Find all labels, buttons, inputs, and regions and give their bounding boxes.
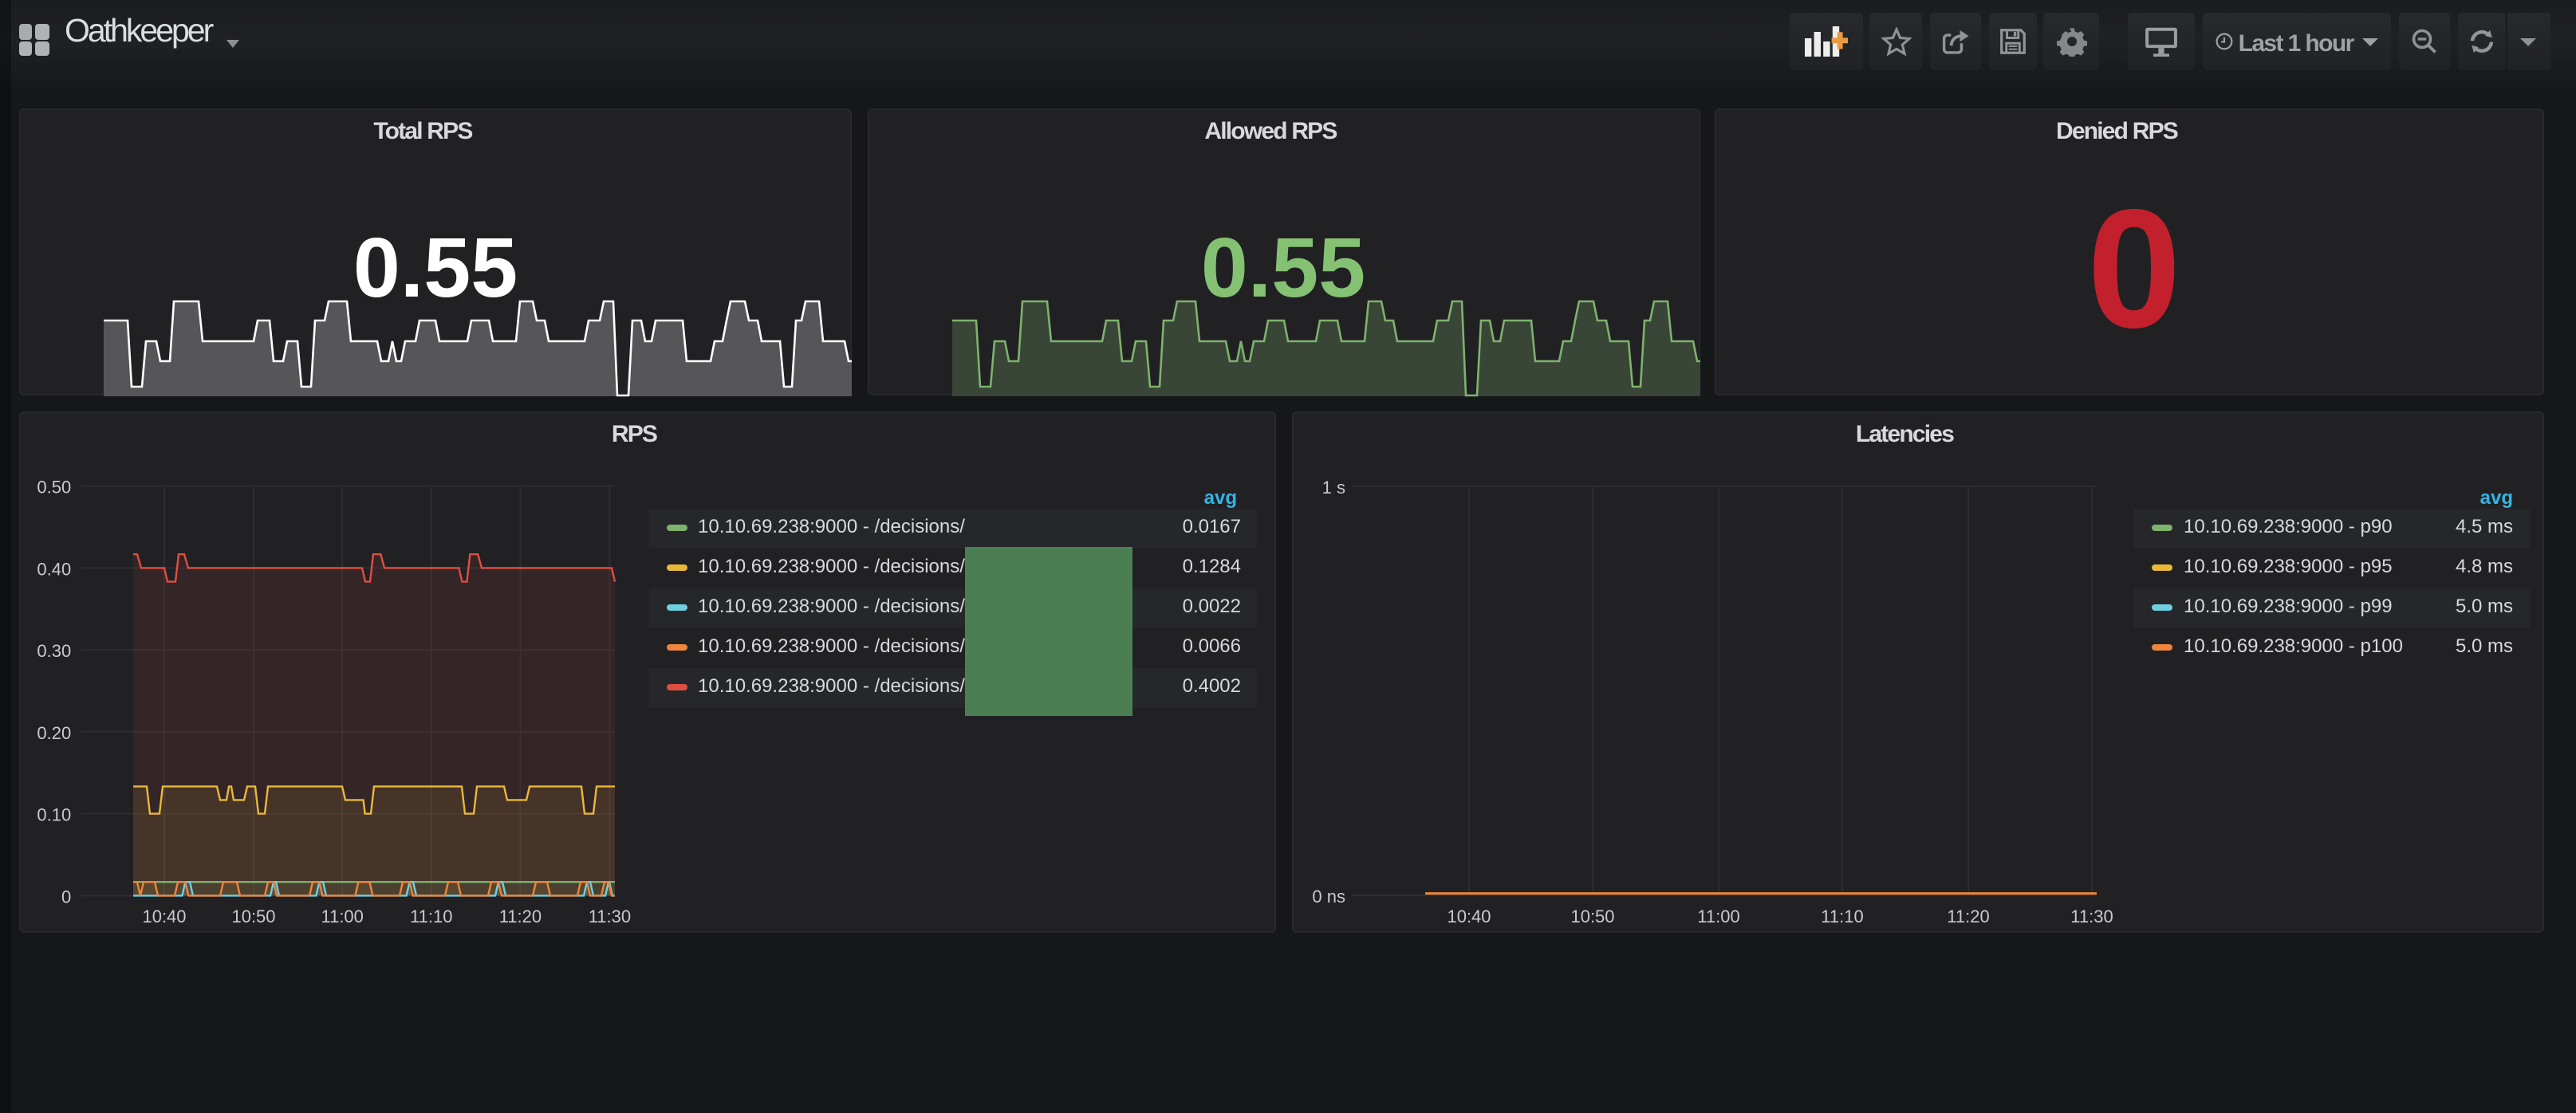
svg-text:11:00: 11:00 [321, 906, 363, 926]
svg-text:11:00: 11:00 [1696, 906, 1739, 926]
svg-text:10:40: 10:40 [1446, 906, 1490, 926]
svg-text:10:50: 10:50 [1570, 906, 1613, 926]
svg-text:11:30: 11:30 [2070, 906, 2112, 926]
svg-text:0.10: 0.10 [37, 804, 71, 824]
svg-text:0.50: 0.50 [37, 477, 71, 497]
svg-text:0: 0 [61, 886, 71, 906]
svg-text:11:20: 11:20 [1946, 906, 1988, 926]
svg-text:0 ns: 0 ns [1311, 886, 1345, 906]
svg-text:0.40: 0.40 [37, 558, 71, 578]
svg-text:11:30: 11:30 [589, 906, 631, 926]
svg-text:10:40: 10:40 [142, 906, 186, 926]
svg-text:0.20: 0.20 [37, 722, 71, 742]
svg-text:11:20: 11:20 [499, 906, 542, 926]
svg-text:11:10: 11:10 [410, 906, 452, 926]
svg-text:0.30: 0.30 [37, 640, 71, 660]
svg-text:10:50: 10:50 [231, 906, 275, 926]
svg-text:1 s: 1 s [1321, 477, 1345, 497]
svg-text:11:10: 11:10 [1820, 906, 1862, 926]
